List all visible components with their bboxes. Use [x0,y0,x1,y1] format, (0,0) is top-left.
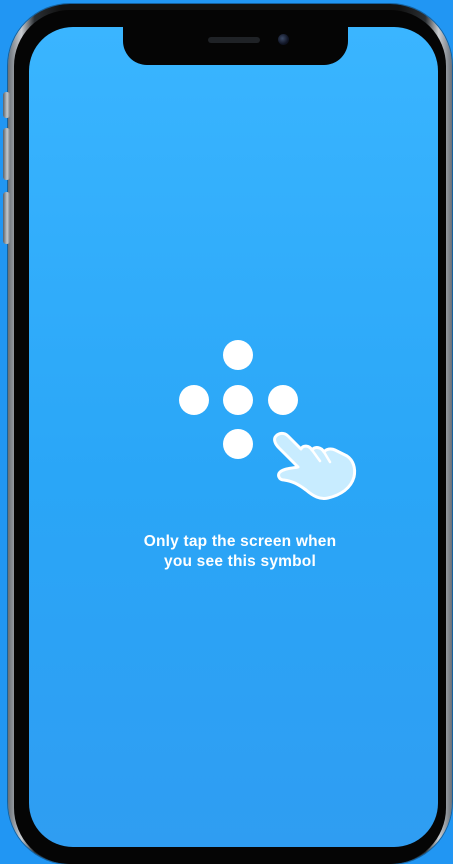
symbol-dot-center [223,385,253,415]
tap-hand-icon [273,431,357,500]
instruction-line-2: you see this symbol [164,553,316,570]
instruction-line-1: Only tap the screen when [143,533,337,550]
symbol-dot-right [268,385,298,415]
instruction-text: Only tap the screen when you see this sy… [90,532,390,572]
symbol-dot-top [223,340,253,370]
tap-symbol [0,0,453,810]
symbol-dot-left [179,385,209,415]
symbol-dot-bottom [223,429,253,459]
